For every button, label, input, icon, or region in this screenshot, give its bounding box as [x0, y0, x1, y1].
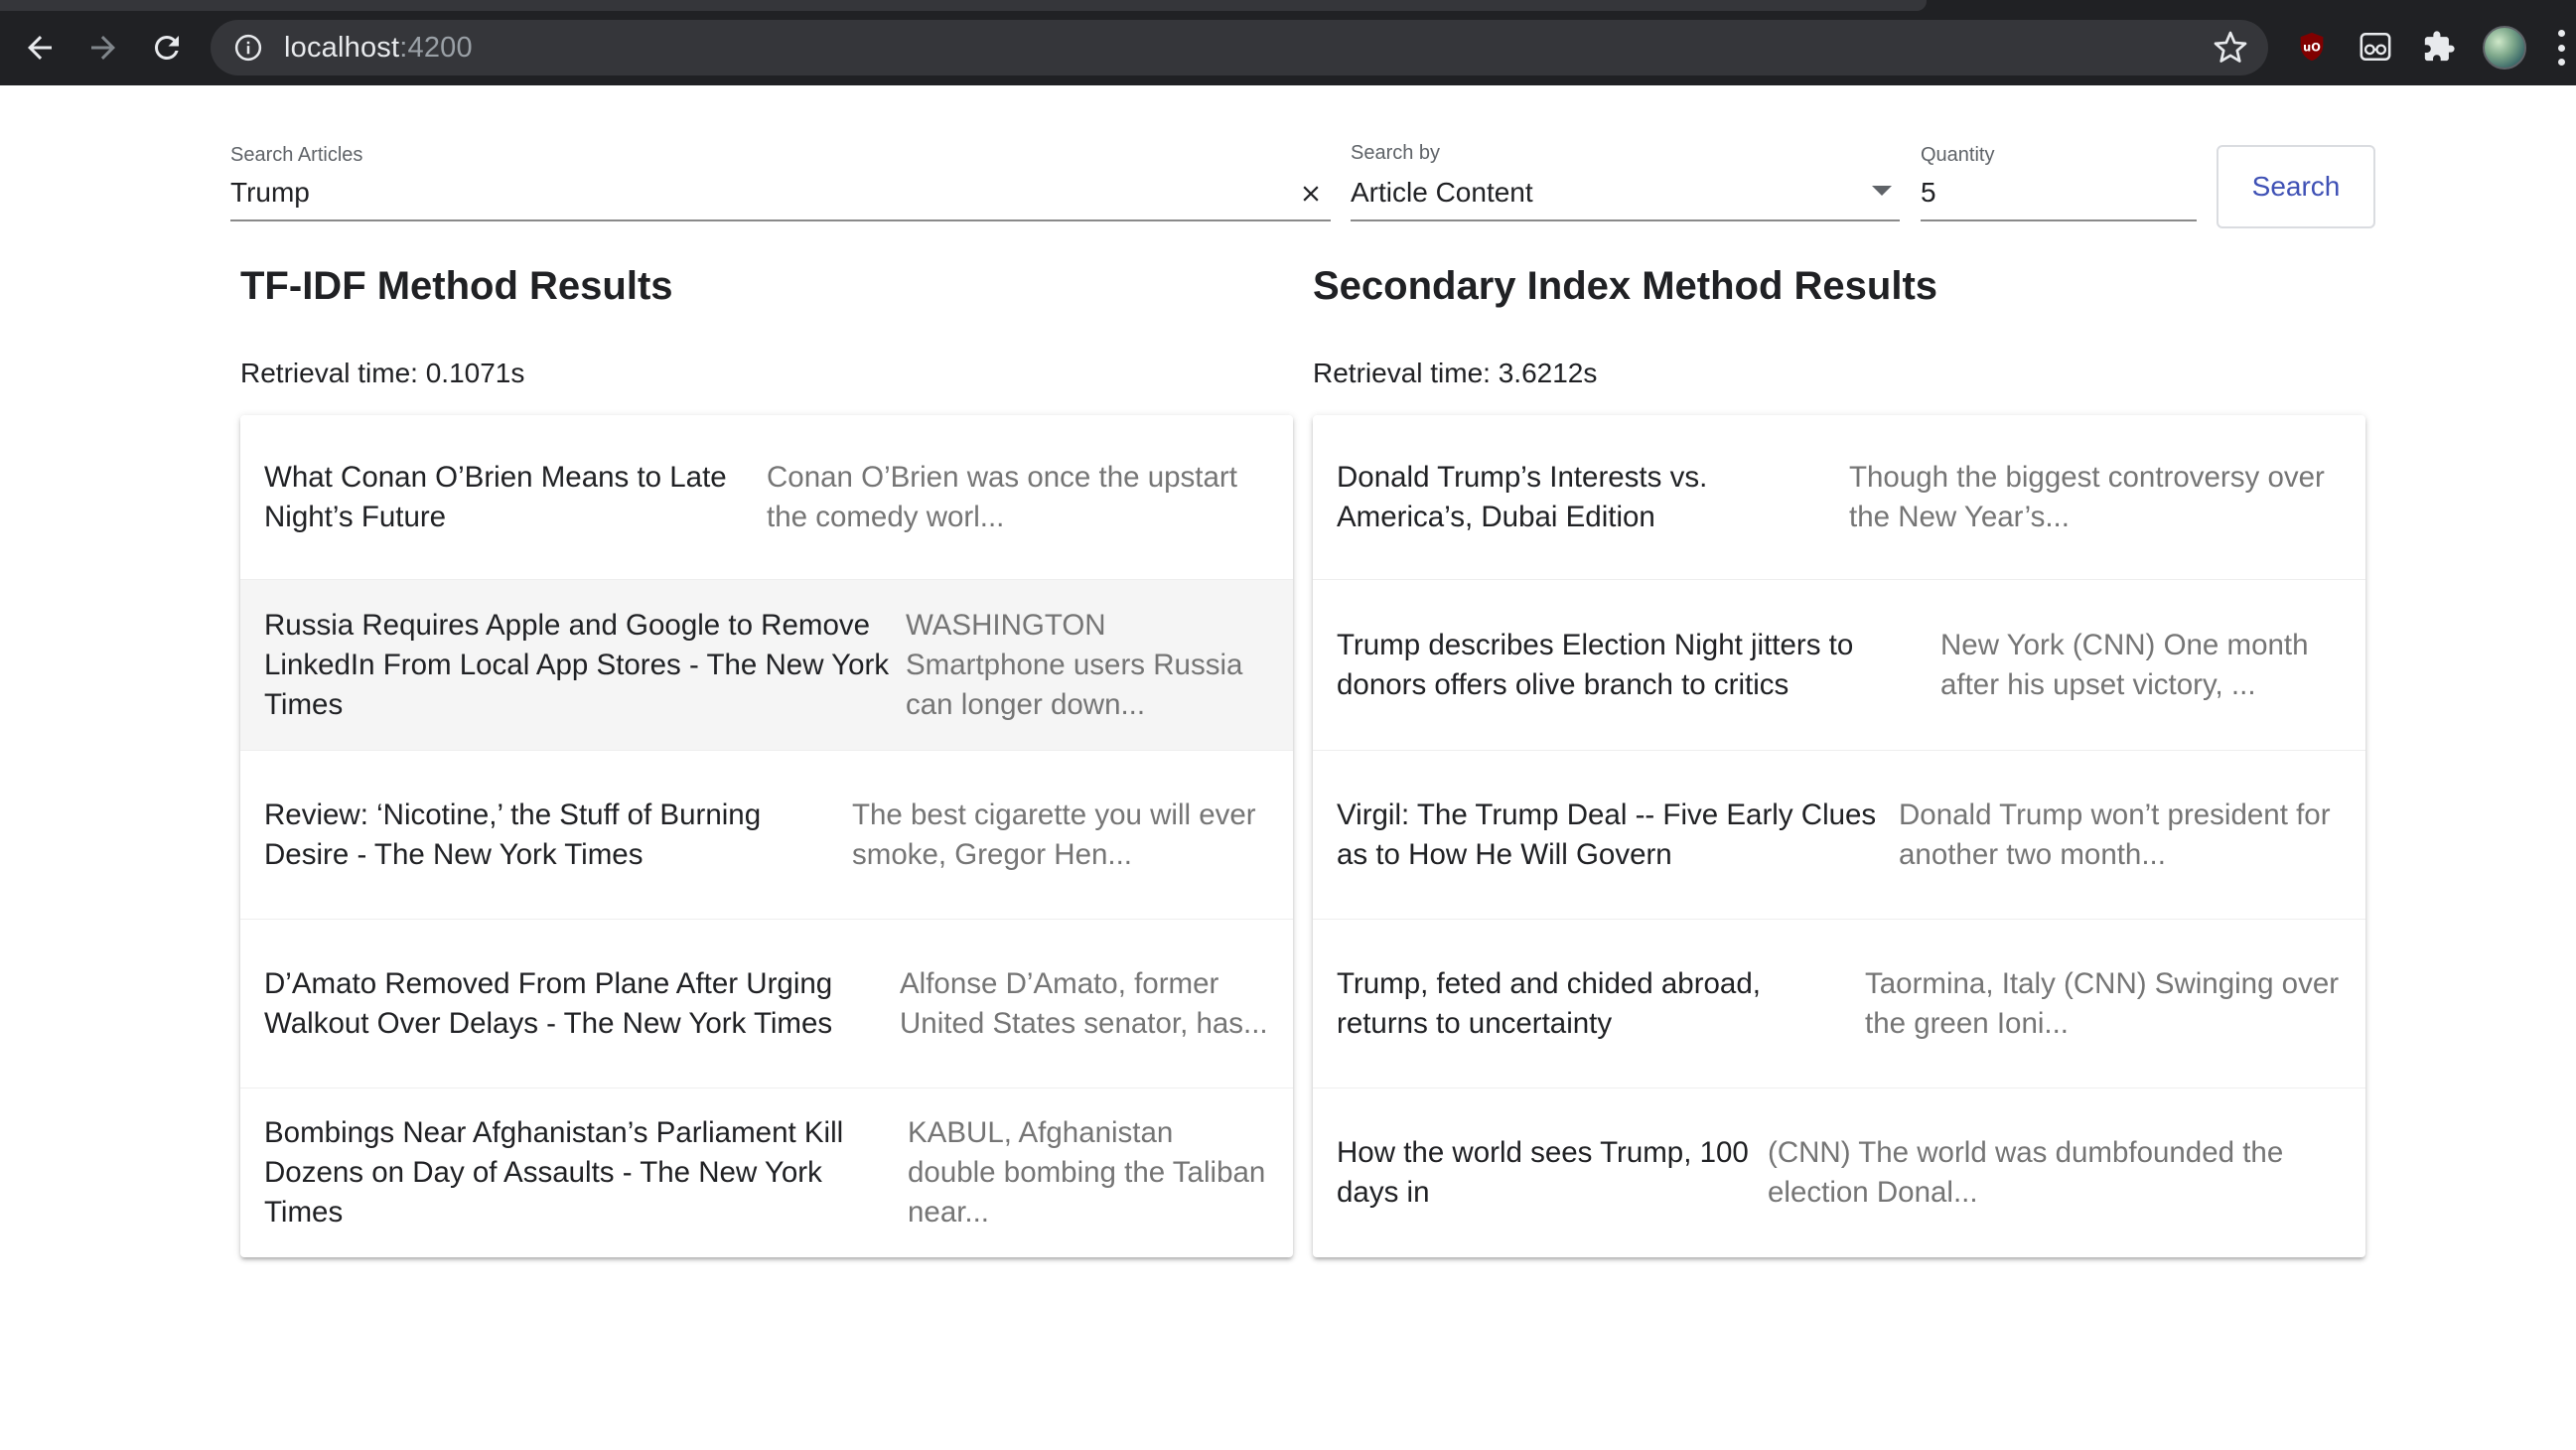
search-by-select[interactable]: Article Content — [1351, 177, 1533, 209]
result-title[interactable]: How the world sees Trump, 100 days in — [1337, 1133, 1752, 1213]
list-item[interactable]: Virgil: The Trump Deal -- Five Early Clu… — [1313, 751, 2365, 920]
list-item[interactable]: Trump describes Election Night jitters t… — [1313, 580, 2365, 751]
result-title[interactable]: Bombings Near Afghanistan’s Parliament K… — [264, 1113, 892, 1232]
secondary-results-list: Donald Trump’s Interests vs. America’s, … — [1313, 415, 2365, 1257]
tfidf-results-list: What Conan O’Brien Means to Late Night’s… — [240, 415, 1293, 1257]
list-item[interactable]: D’Amato Removed From Plane After Urging … — [240, 920, 1293, 1088]
search-articles-underline — [230, 219, 1331, 221]
quantity-label: Quantity — [1921, 144, 1995, 166]
tfidf-title: TF-IDF Method Results — [240, 264, 673, 308]
profile-avatar[interactable] — [2483, 26, 2526, 70]
result-snippet: WASHINGTON Smartphone users Russia can l… — [906, 608, 1243, 721]
result-title[interactable]: Donald Trump’s Interests vs. America’s, … — [1337, 458, 1833, 537]
result-title[interactable]: Trump describes Election Night jitters t… — [1337, 626, 1925, 705]
browser-toolbar: localhost:4200 uO — [0, 0, 2576, 85]
close-icon — [1303, 186, 1319, 202]
search-articles-label: Search Articles — [230, 144, 363, 166]
result-snippet: The best cigarette you will ever smoke, … — [852, 798, 1256, 871]
search-button[interactable]: Search — [2217, 145, 2375, 228]
address-bar[interactable]: localhost:4200 — [211, 20, 2268, 75]
back-button[interactable] — [14, 22, 66, 73]
list-item[interactable]: How the world sees Trump, 100 days in (C… — [1313, 1088, 2365, 1257]
result-title[interactable]: Trump, feted and chided abroad, returns … — [1337, 964, 1849, 1044]
result-title[interactable]: D’Amato Removed From Plane After Urging … — [264, 964, 884, 1044]
search-articles-input[interactable]: Trump — [230, 177, 310, 209]
arrow-left-icon — [28, 36, 52, 60]
result-snippet: Taormina, Italy (CNN) Swinging over the … — [1865, 966, 2340, 1040]
result-snippet: Donald Trump won’t president for another… — [1899, 798, 2331, 871]
tfidf-retrieval-time: Retrieval time: 0.1071s — [240, 358, 525, 388]
reload-button[interactable] — [141, 22, 193, 73]
list-item[interactable]: What Conan O’Brien Means to Late Night’s… — [240, 415, 1293, 580]
url-host: localhost — [284, 31, 400, 64]
list-item[interactable]: Review: ‘Nicotine,’ the Stuff of Burning… — [240, 751, 1293, 920]
result-snippet: Alfonse D’Amato, former United States se… — [900, 966, 1268, 1040]
list-item[interactable]: Bombings Near Afghanistan’s Parliament K… — [240, 1088, 1293, 1257]
result-title[interactable]: Russia Requires Apple and Google to Remo… — [264, 606, 890, 725]
search-by-underline — [1351, 219, 1900, 221]
result-snippet: Conan O’Brien was once the upstart the c… — [767, 460, 1237, 533]
result-title[interactable]: What Conan O’Brien Means to Late Night’s… — [264, 458, 751, 537]
search-by-label: Search by — [1351, 142, 1441, 164]
reload-icon — [154, 35, 179, 60]
list-item[interactable]: Donald Trump’s Interests vs. America’s, … — [1313, 415, 2365, 580]
quantity-underline — [1921, 219, 2197, 221]
bookmark-star-icon[interactable] — [2213, 30, 2248, 66]
arrow-right-icon — [91, 36, 115, 60]
more-menu-icon[interactable] — [2556, 30, 2566, 66]
quantity-input[interactable]: 5 — [1921, 177, 1936, 209]
secondary-retrieval-time: Retrieval time: 3.6212s — [1313, 358, 1598, 388]
tab-strip — [0, 0, 1927, 11]
result-snippet: KABUL, Afghanistan double bombing the Ta… — [908, 1116, 1266, 1229]
clear-search-button[interactable] — [1296, 179, 1326, 209]
url-port: :4200 — [399, 31, 473, 64]
glasses-extension-icon[interactable] — [2354, 25, 2397, 69]
forward-button[interactable] — [77, 22, 129, 73]
result-title[interactable]: Review: ‘Nicotine,’ the Stuff of Burning… — [264, 796, 836, 875]
result-snippet: New York (CNN) One month after his upset… — [1940, 628, 2309, 701]
list-item[interactable]: Russia Requires Apple and Google to Remo… — [240, 580, 1293, 751]
list-item[interactable]: Trump, feted and chided abroad, returns … — [1313, 920, 2365, 1088]
svg-text:uO: uO — [2303, 40, 2321, 54]
info-icon[interactable] — [232, 32, 264, 64]
result-snippet: Though the biggest controversy over the … — [1849, 460, 2325, 533]
chevron-down-icon[interactable] — [1872, 186, 1892, 196]
url-text[interactable]: localhost:4200 — [284, 32, 473, 65]
result-title[interactable]: Virgil: The Trump Deal -- Five Early Clu… — [1337, 796, 1883, 875]
ublock-extension-icon[interactable]: uO — [2290, 25, 2334, 69]
result-snippet: (CNN) The world was dumbfounded the elec… — [1768, 1136, 2284, 1209]
puzzle-extensions-icon[interactable] — [2417, 25, 2461, 69]
secondary-title: Secondary Index Method Results — [1313, 264, 1938, 308]
